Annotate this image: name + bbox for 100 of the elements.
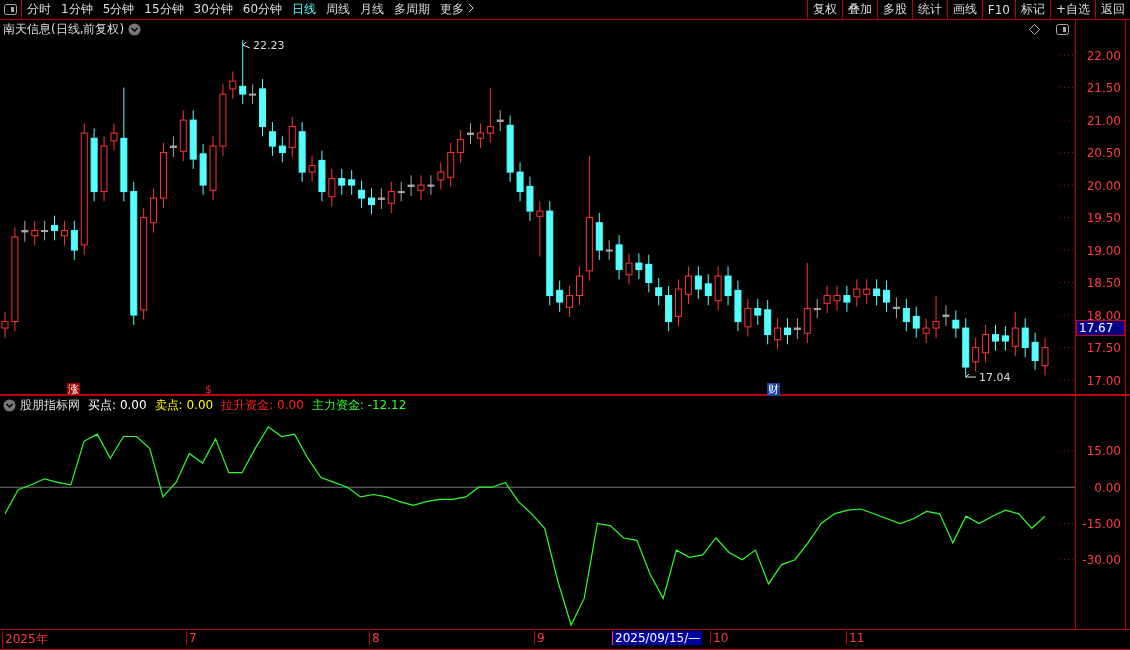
diamond-icon[interactable]	[1029, 24, 1040, 35]
date-axis-label: 7	[186, 631, 199, 646]
period-tab[interactable]: 5分钟	[97, 0, 140, 20]
candle	[853, 279, 861, 308]
price-axis-label: 20.50	[1086, 146, 1121, 161]
candle	[942, 305, 950, 328]
candle	[417, 175, 425, 201]
event-tag[interactable]: 涨	[67, 383, 80, 397]
event-tag[interactable]: $	[204, 383, 213, 397]
period-tab[interactable]: 日线	[287, 0, 322, 20]
candle	[516, 162, 524, 203]
low-pointer-icon	[965, 374, 977, 378]
candle	[70, 220, 78, 261]
candle	[1031, 332, 1039, 372]
price-axis-label: 20.00	[1086, 178, 1121, 193]
candle	[863, 279, 871, 305]
dropdown-circle-icon[interactable]	[3, 399, 16, 412]
high-pointer-icon	[242, 42, 251, 49]
candle	[1041, 337, 1049, 377]
candle	[625, 253, 633, 286]
period-tab[interactable]: 1分钟	[56, 0, 98, 20]
candle	[655, 278, 663, 307]
indicator-legend: 拉升资金: 0.00	[221, 397, 304, 414]
candle	[902, 298, 910, 333]
indicator-axis-label: 0.00	[1094, 480, 1121, 495]
candle	[209, 136, 217, 201]
candle	[595, 213, 603, 261]
candle	[457, 129, 465, 164]
candle	[249, 84, 257, 105]
toolbar-button[interactable]: 标记	[1014, 0, 1050, 20]
candle	[813, 298, 821, 320]
low-price-label: 17.04	[979, 371, 1011, 385]
period-tab[interactable]: 多周期	[389, 0, 436, 20]
candle	[467, 123, 474, 146]
date-axis-label: 8	[369, 631, 382, 646]
price-axis-label: 18.00	[1086, 308, 1121, 323]
candle	[724, 266, 732, 307]
current-price-label: 17.67	[1076, 320, 1125, 337]
toolbar-button[interactable]: 复权	[806, 0, 842, 20]
period-tab[interactable]: 60分钟	[237, 0, 288, 20]
price-axis-label: 21.50	[1086, 81, 1121, 96]
price-axis-label: 21.00	[1086, 113, 1121, 128]
candle	[308, 155, 316, 183]
candle	[873, 279, 881, 307]
candle	[645, 254, 653, 294]
candle	[318, 150, 326, 203]
period-tab[interactable]: 15分钟	[139, 0, 189, 20]
indicator-axis-label: -30.00	[1082, 553, 1121, 568]
candle	[150, 188, 158, 234]
candle	[169, 136, 177, 159]
candle	[605, 240, 613, 261]
candle	[962, 318, 970, 379]
toolbar-button[interactable]: 统计	[911, 0, 947, 20]
candle	[536, 201, 544, 258]
period-tab[interactable]: 30分钟	[188, 0, 238, 20]
candle	[694, 266, 702, 300]
candle	[843, 285, 851, 313]
candle	[278, 136, 286, 164]
candle	[110, 123, 118, 152]
candle	[427, 175, 435, 196]
candle	[199, 144, 207, 196]
candle	[952, 310, 960, 339]
toolbar-button[interactable]: +自选	[1049, 0, 1095, 20]
price-axis-label: 18.50	[1086, 276, 1121, 291]
candle	[437, 162, 445, 191]
panel-icon[interactable]	[4, 4, 17, 16]
indicator-legend: 主力资金: -12.12	[311, 397, 407, 414]
candle	[892, 297, 900, 320]
toolbar-button[interactable]: 画线	[946, 0, 982, 20]
candle	[368, 188, 375, 216]
candle	[179, 110, 187, 162]
toolbar-button[interactable]: 多股	[876, 0, 912, 20]
candle	[784, 318, 791, 346]
panel-icon[interactable]	[1056, 24, 1069, 35]
period-tab[interactable]: 周线	[321, 0, 356, 20]
candle	[41, 220, 49, 242]
period-tab[interactable]: 分时	[22, 0, 56, 20]
event-tag[interactable]: 财	[767, 383, 780, 397]
more-menu-button[interactable]: 更多	[435, 0, 479, 20]
toolbar-button[interactable]: 返回	[1095, 0, 1130, 20]
indicator-name: 股朋指标网	[20, 397, 80, 414]
indicator-legend: 买点: 0.00	[88, 397, 147, 414]
candle	[239, 40, 247, 105]
period-tab[interactable]: 月线	[355, 0, 390, 20]
candle	[932, 295, 940, 339]
price-axis-label: 22.00	[1086, 48, 1121, 63]
candle	[714, 266, 722, 312]
candle	[338, 168, 346, 196]
candle	[407, 175, 415, 198]
candle	[576, 266, 583, 307]
candle	[992, 324, 999, 352]
price-axis-label: 17.00	[1086, 373, 1121, 388]
candle	[774, 318, 782, 351]
candle	[526, 176, 534, 222]
candle	[793, 318, 801, 341]
chart-title: 南天信息(日线,前复权)	[3, 21, 125, 38]
date-axis-label: 9	[534, 631, 547, 646]
toolbar-button[interactable]: F10	[981, 0, 1015, 20]
toolbar-button[interactable]: 叠加	[841, 0, 877, 20]
dropdown-circle-icon[interactable]	[128, 23, 142, 36]
